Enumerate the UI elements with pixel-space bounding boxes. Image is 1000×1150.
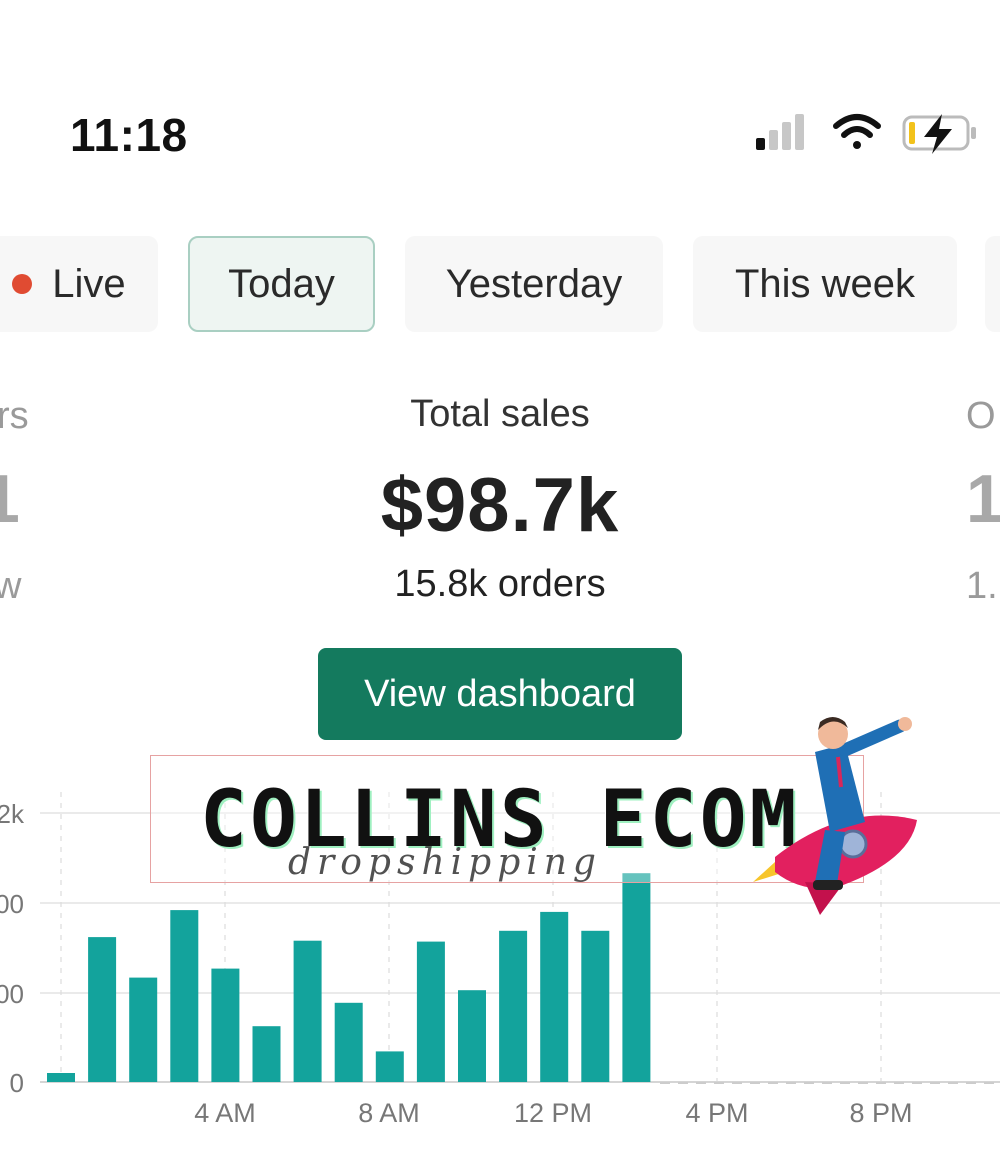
status-time: 11:18 (70, 109, 188, 161)
date-filter-bar: Live Today Yesterday This week (0, 236, 1000, 336)
total-sales-label: Total sales (410, 393, 590, 435)
filter-chip-live[interactable]: Live (0, 236, 158, 332)
chart-bar (170, 910, 199, 1082)
filter-chip-today[interactable]: Today (188, 236, 375, 332)
stat-right-label: O (966, 395, 996, 437)
filter-chip-label: This week (734, 261, 916, 306)
y-tick-label: 00 (0, 889, 24, 919)
chart-bar (47, 1073, 75, 1082)
battery-charging-icon (902, 114, 976, 154)
total-sales-value: $98.7k (380, 463, 620, 548)
stat-right-value: 1 (966, 461, 1000, 537)
watermark-subtitle: dropshipping (288, 842, 602, 883)
x-tick-label: 8 AM (358, 1098, 420, 1128)
y-tick-label: 00 (0, 979, 24, 1009)
chart-bar (416, 941, 445, 1082)
chart-bar (499, 930, 528, 1082)
chart-bar (581, 930, 610, 1082)
chart-bar (252, 1026, 281, 1082)
signal-icon (756, 114, 804, 150)
x-tick-label: 8 PM (849, 1098, 912, 1128)
chart-bar (540, 911, 569, 1082)
chart-bar (375, 1051, 404, 1082)
chart-bar (211, 968, 240, 1082)
chart-bar (622, 873, 651, 1082)
filter-chip-yesterday[interactable]: Yesterday (405, 236, 663, 332)
y-tick-label: 2k (0, 799, 25, 829)
y-tick-label: 0 (10, 1068, 24, 1098)
live-dot-icon (12, 274, 33, 294)
rocket-man-illustration (753, 717, 917, 915)
x-tick-label: 4 PM (685, 1098, 748, 1128)
status-icons (756, 114, 976, 154)
wifi-icon (833, 114, 881, 149)
filter-chip-label: Today (228, 261, 335, 306)
x-tick-label: 12 PM (514, 1098, 592, 1128)
chart-bar (334, 1002, 363, 1082)
total-orders-count: 15.8k orders (394, 563, 606, 605)
chart-bar (293, 940, 322, 1082)
chart-bar (458, 990, 486, 1082)
x-tick-label: 4 AM (194, 1098, 256, 1128)
chart-bar (129, 977, 158, 1082)
chart-bar (88, 937, 117, 1082)
filter-chip-this-week[interactable]: This week (693, 236, 957, 332)
view-dashboard-button[interactable]: View dashboard (318, 648, 682, 740)
filter-chip-more[interactable] (985, 236, 1000, 332)
filter-chip-label: Live (52, 261, 126, 306)
filter-chip-label: Yesterday (445, 261, 623, 306)
stat-right-sub: 1. (966, 565, 998, 607)
